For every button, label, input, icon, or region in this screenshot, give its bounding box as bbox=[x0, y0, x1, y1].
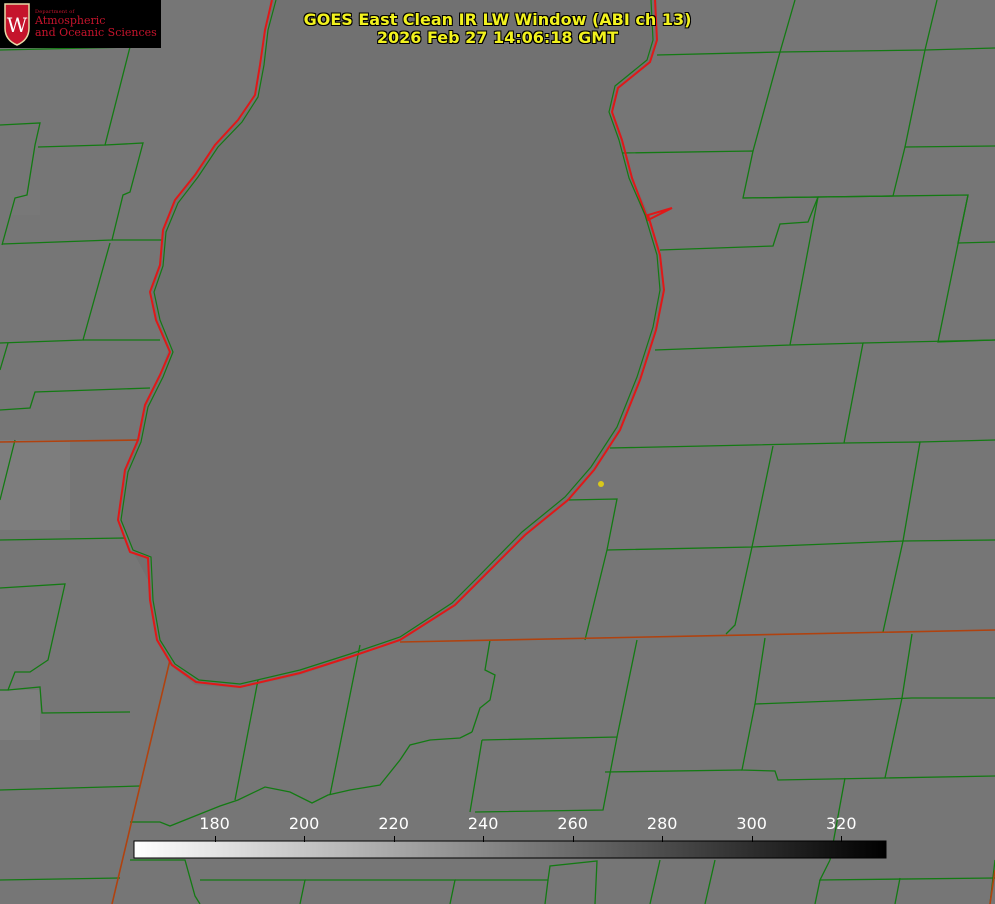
colorbar-tick-label: 180 bbox=[199, 814, 230, 833]
colorbar-tick-label: 280 bbox=[646, 814, 678, 833]
colorbar-tick-label: 200 bbox=[288, 814, 320, 833]
colorbar-tick-label: 220 bbox=[378, 814, 409, 833]
colorbar-tick-label: 240 bbox=[467, 814, 499, 833]
image-title: GOES East Clean IR LW Window (ABI ch 13)… bbox=[0, 11, 995, 47]
colorbar-tick-mark bbox=[483, 836, 484, 842]
title-product: GOES East Clean IR LW Window (ABI ch 13) bbox=[303, 10, 692, 29]
colorbar-tick-mark bbox=[662, 836, 663, 842]
title-timestamp: 2026 Feb 27 14:06:18 GMT bbox=[376, 28, 619, 47]
colorbar-tick-mark bbox=[304, 836, 305, 842]
colorbar-tick-mark bbox=[394, 836, 395, 842]
station-marker bbox=[598, 481, 604, 487]
colorbar-tick-mark bbox=[752, 836, 753, 842]
colorbar-tick-mark bbox=[573, 836, 574, 842]
satellite-image bbox=[0, 0, 995, 904]
colorbar-labels: 180 200 220 240 260 280 300 320 bbox=[0, 814, 995, 834]
colorbar-tick-label: 260 bbox=[557, 814, 588, 833]
colorbar-tick-label: 300 bbox=[736, 814, 767, 833]
colorbar-tick-mark bbox=[841, 836, 842, 842]
colorbar-tick-label: 320 bbox=[825, 814, 857, 833]
colorbar-gradient bbox=[133, 840, 887, 859]
colorbar-tick-mark bbox=[215, 836, 216, 842]
satellite-map-view: W Department of Atmospheric and Oceanic … bbox=[0, 0, 995, 904]
